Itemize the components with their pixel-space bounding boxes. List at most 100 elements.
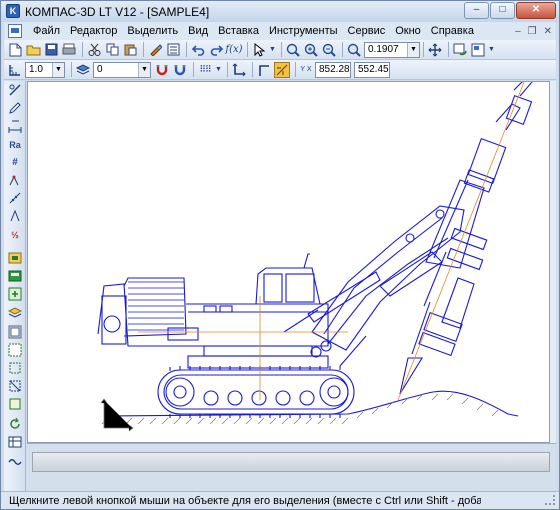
local-cs-icon[interactable] bbox=[231, 62, 247, 78]
vertical-scrollbar[interactable] bbox=[550, 81, 556, 443]
zoom-scale-icon[interactable] bbox=[346, 42, 362, 58]
coordinates-label-icon: Y X bbox=[300, 66, 312, 73]
pointer-help-icon[interactable] bbox=[251, 42, 267, 58]
drawing-canvas[interactable] bbox=[27, 81, 550, 443]
zoom-out-icon[interactable] bbox=[321, 42, 337, 58]
spec-tool-icon[interactable]: ½ bbox=[7, 227, 23, 243]
geometry-tool-icon[interactable] bbox=[7, 83, 23, 99]
rect-select-tool-icon[interactable] bbox=[7, 361, 23, 377]
center-lines bbox=[138, 82, 525, 401]
round-coords-icon[interactable] bbox=[274, 61, 290, 78]
menu-select[interactable]: Выделить bbox=[122, 25, 183, 37]
magnet-snap-icon[interactable] bbox=[154, 62, 170, 78]
save-icon[interactable] bbox=[43, 42, 59, 58]
insert-tool-icon[interactable] bbox=[7, 287, 23, 303]
minimize-button[interactable]: – bbox=[464, 2, 489, 19]
library-icon[interactable] bbox=[165, 42, 181, 58]
rotate-tool-icon[interactable] bbox=[7, 417, 23, 433]
menu-service[interactable]: Сервис bbox=[343, 25, 391, 37]
cut-icon[interactable] bbox=[86, 42, 102, 58]
menu-window[interactable]: Окно bbox=[390, 25, 426, 37]
toolbar-separator bbox=[71, 62, 72, 77]
print-icon[interactable] bbox=[61, 42, 77, 58]
function-icon[interactable]: f(x) bbox=[225, 42, 242, 58]
title-bar[interactable]: K КОМПАС-3D LT V12 - [SAMPLE4] – □ ✕ bbox=[1, 1, 559, 22]
standard-toolbar: f(x) ▼ 0.1907 ▼ ▼ bbox=[4, 40, 556, 60]
wave-line-tool-icon[interactable] bbox=[7, 455, 23, 471]
cursor-x-field[interactable]: 852.28 bbox=[315, 61, 351, 78]
doc-minimize-button[interactable]: – bbox=[515, 26, 521, 37]
properties-brush-icon[interactable] bbox=[147, 42, 163, 58]
menu-bar: Файл Редактор Выделить Вид Вставка Инстр… bbox=[4, 22, 556, 40]
local-snap-icon[interactable] bbox=[172, 62, 188, 78]
maximize-button[interactable]: □ bbox=[490, 2, 515, 19]
toolbar-separator bbox=[193, 62, 194, 77]
cursor-y-field[interactable]: 552.45 bbox=[354, 61, 390, 78]
dropdown-arrow-icon[interactable]: ▼ bbox=[269, 42, 276, 58]
current-layer-select[interactable]: 0 ▼ bbox=[93, 61, 151, 78]
undo-icon[interactable] bbox=[190, 42, 206, 58]
dropdown-arrow-icon[interactable]: ▼ bbox=[488, 42, 495, 58]
frame-tool-icon[interactable] bbox=[7, 343, 23, 359]
chevron-down-icon[interactable]: ▼ bbox=[407, 42, 419, 57]
parametrization-tool-icon[interactable] bbox=[7, 173, 23, 189]
doc-close-button[interactable]: ✕ bbox=[544, 26, 552, 37]
redo-icon[interactable] bbox=[208, 42, 224, 58]
toolbar-separator bbox=[423, 42, 424, 57]
grid-dots-icon[interactable]: ⠿⠿ bbox=[197, 62, 213, 78]
hatch-tool-icon[interactable]: # bbox=[7, 155, 23, 171]
layer-select-tool-icon[interactable] bbox=[7, 397, 23, 413]
status-message: Щелкните левой кнопкой мыши на объекте д… bbox=[9, 495, 481, 507]
open-folder-icon[interactable] bbox=[25, 42, 41, 58]
pan-icon[interactable] bbox=[427, 42, 443, 58]
edit-tool-icon[interactable] bbox=[7, 101, 23, 117]
reports-tool-icon[interactable] bbox=[7, 251, 23, 267]
dimension-tool-icon[interactable] bbox=[7, 119, 23, 135]
cursor-step-select[interactable]: 1.0 ▼ bbox=[25, 61, 65, 78]
selection-tool-icon[interactable] bbox=[7, 209, 23, 225]
resize-grip-icon[interactable] bbox=[545, 495, 555, 505]
toolbar-separator bbox=[186, 42, 187, 57]
zoom-in-icon[interactable] bbox=[303, 42, 319, 58]
menu-tools[interactable]: Инструменты bbox=[264, 25, 343, 37]
kompas-app-icon: K bbox=[6, 4, 20, 18]
menu-view[interactable]: Вид bbox=[183, 25, 213, 37]
toolbar-separator bbox=[295, 62, 296, 77]
doc-restore-button[interactable]: ❐ bbox=[528, 26, 537, 37]
fragment-tool-icon[interactable] bbox=[7, 269, 23, 285]
toolbar-separator bbox=[448, 42, 449, 57]
view-tool-icon[interactable] bbox=[7, 325, 23, 341]
ortho-mode-icon[interactable] bbox=[256, 62, 272, 78]
drill-mast bbox=[399, 82, 533, 395]
copy-icon[interactable] bbox=[104, 42, 120, 58]
view-manager-icon[interactable] bbox=[470, 42, 486, 58]
current-layer-value: 0 bbox=[97, 64, 103, 75]
layers-icon[interactable] bbox=[75, 62, 91, 78]
new-document-icon[interactable] bbox=[7, 42, 23, 58]
chevron-down-icon[interactable]: ▼ bbox=[52, 62, 64, 77]
dropdown-arrow-icon[interactable]: ▼ bbox=[215, 62, 222, 78]
operator-cab bbox=[255, 267, 321, 305]
close-button[interactable]: ✕ bbox=[516, 2, 556, 19]
designations-tool-icon[interactable]: Ra bbox=[7, 137, 23, 153]
zoom-window-icon[interactable] bbox=[285, 42, 301, 58]
toolbar-separator bbox=[342, 42, 343, 57]
cross-select-tool-icon[interactable] bbox=[7, 379, 23, 395]
property-panel bbox=[27, 443, 556, 491]
menu-help[interactable]: Справка bbox=[426, 25, 479, 37]
zoom-scale-select[interactable]: 0.1907 ▼ bbox=[364, 41, 420, 58]
menu-insert[interactable]: Вставка bbox=[213, 25, 264, 37]
table-tool-icon[interactable] bbox=[7, 435, 23, 451]
grid-step-icon[interactable] bbox=[7, 62, 23, 78]
menu-editor[interactable]: Редактор bbox=[65, 25, 122, 37]
paste-icon[interactable] bbox=[122, 42, 138, 58]
property-panel-field[interactable] bbox=[32, 452, 550, 472]
measure-tool-icon[interactable] bbox=[7, 191, 23, 207]
layers-tool-icon[interactable] bbox=[7, 305, 23, 321]
toolbar-separator bbox=[252, 62, 253, 77]
refresh-view-icon[interactable] bbox=[452, 42, 468, 58]
menu-file[interactable]: Файл bbox=[28, 25, 65, 37]
toolbar-separator bbox=[143, 42, 144, 57]
document-icon[interactable] bbox=[8, 24, 22, 38]
chevron-down-icon[interactable]: ▼ bbox=[138, 62, 150, 77]
